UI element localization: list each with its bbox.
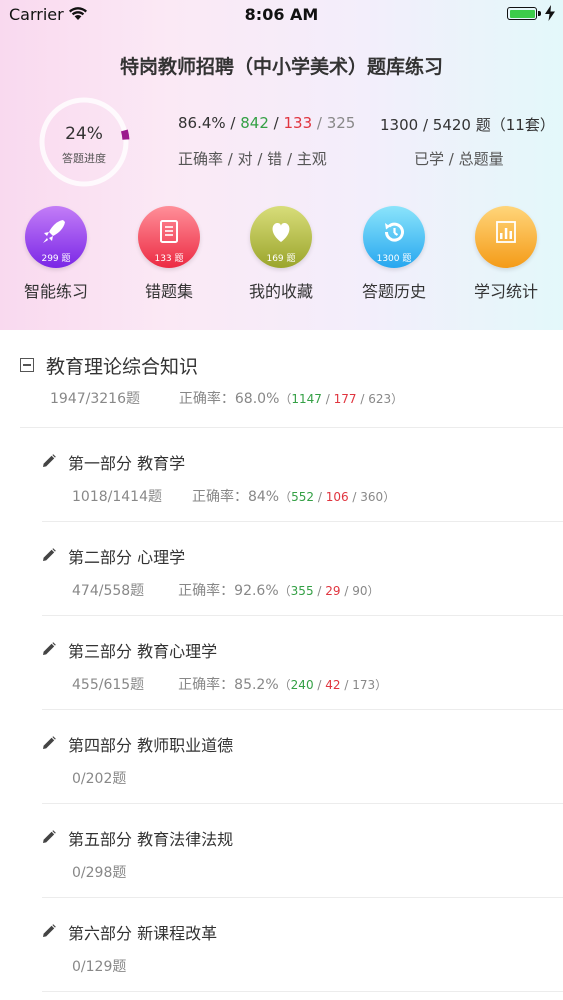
chapter-correct: 552: [291, 490, 315, 504]
page-title: 特岗教师招聘（中小学美术）题库练习: [119, 56, 443, 78]
study-statistics-circle[interactable]: [475, 206, 537, 268]
chapter-progress: 1018/1414题: [72, 489, 162, 505]
chapter-progress: 0/202题: [72, 771, 127, 787]
chapter-stats: 474/558题 正确率：92.6%（355 / 29 / 90）: [72, 583, 380, 599]
favorites-label: 我的收藏: [248, 282, 313, 301]
chapter-correct: 355: [290, 584, 314, 598]
answer-history-button[interactable]: 1300 题 答题历史: [344, 206, 444, 302]
chapter-wrong: 29: [325, 584, 341, 598]
chapter-item[interactable]: 第二部分 心理学 474/558题 正确率：92.6%（355 / 29 / 90…: [0, 522, 563, 616]
bar-chart-icon: [496, 221, 516, 243]
pencil-icon: [43, 924, 56, 937]
smart-practice-label: 智能练习: [23, 282, 88, 301]
chapter-stats: 0/298题: [72, 862, 126, 882]
section-subjective: 623: [368, 392, 392, 406]
chapter-subjective: 173: [352, 678, 376, 692]
section-wrong: 177: [333, 392, 357, 406]
wrong-questions-label: 错题集: [144, 282, 193, 301]
chapter-subjective: 90: [352, 584, 368, 598]
chapter-wrong: 106: [325, 490, 349, 504]
chapter-title: 第一部分 教育学: [68, 454, 186, 473]
answer-history-badge: 1300 题: [376, 254, 412, 264]
learned-stats: 1300 / 5420 题（11套）: [380, 116, 555, 134]
chapter-accuracy: 85.2%: [234, 677, 279, 693]
smart-practice-badge: 299 题: [41, 254, 71, 264]
chapter-title: 第四部分 教师职业道德: [68, 736, 234, 755]
pencil-icon: [43, 830, 56, 843]
accuracy-rate: 86.4%: [178, 114, 226, 132]
rocket-icon: [43, 220, 65, 243]
chapter-stats: 0/129题: [72, 956, 126, 976]
section-accuracy: 68.0%: [234, 391, 280, 407]
total-count: 5420: [432, 116, 471, 134]
wrong-count: 133: [283, 114, 313, 132]
section-title[interactable]: 教育理论综合知识: [46, 352, 198, 379]
accuracy-stats-label: 正确率 / 对 / 错 / 主观: [178, 150, 327, 168]
chapter-progress: 455/615题: [72, 677, 145, 693]
study-statistics-button[interactable]: 学习统计: [456, 206, 556, 302]
study-statistics-label: 学习统计: [473, 282, 538, 301]
smart-practice-circle[interactable]: 299 题: [25, 206, 87, 268]
chapter-stats: 0/202题: [72, 768, 126, 788]
battery-icon: [507, 7, 537, 20]
accuracy-stats: 86.4% / 842 / 133 / 325: [178, 114, 356, 132]
pencil-icon: [43, 454, 56, 467]
chapter-item[interactable]: 第一部分 教育学 1018/1414题 正确率：84%（552 / 106 / 3…: [0, 428, 563, 522]
learned-stats-label: 已学 / 总题量: [414, 150, 504, 168]
pencil-icon: [43, 642, 56, 655]
chapter-title: 第五部分 教育法律法规: [68, 830, 234, 849]
smart-practice-button[interactable]: 299 题 智能练习: [6, 206, 106, 302]
chapter-item[interactable]: 第四部分 教师职业道德 0/202题: [0, 710, 563, 804]
chapter-progress: 0/129题: [72, 959, 127, 975]
chapter-item[interactable]: 第五部分 教育法律法规 0/298题: [0, 804, 563, 898]
chapter-stats: 455/615题 正确率：85.2%（240 / 42 / 173）: [72, 677, 388, 693]
set-count: （11套）: [490, 116, 555, 134]
charging-bolt-icon: [545, 5, 555, 21]
wrong-questions-circle[interactable]: 133 题: [138, 206, 200, 268]
section-stats: 1947/3216题 正确率：68.0%（1147 / 177 / 623）: [50, 391, 404, 407]
progress-percent: 24%: [65, 124, 103, 144]
chapter-title: 第三部分 教育心理学: [68, 642, 218, 661]
status-bar: Carrier 8:06 AM: [0, 0, 563, 30]
collapse-icon[interactable]: [20, 358, 34, 372]
answer-history-label: 答题历史: [361, 282, 426, 301]
document-icon: [160, 220, 178, 243]
chapter-wrong: 42: [325, 678, 341, 692]
history-icon: [384, 222, 404, 242]
chapter-item[interactable]: 第六部分 新课程改革 0/129题: [0, 898, 563, 992]
chapter-accuracy: 84%: [247, 489, 280, 505]
clock: 8:06 AM: [244, 5, 319, 24]
favorites-badge: 169 题: [266, 254, 296, 264]
question-unit: 题: [475, 116, 491, 134]
pencil-icon: [43, 548, 56, 561]
favorites-button[interactable]: 169 题 我的收藏: [231, 206, 331, 302]
chapter-stats: 1018/1414题 正确率：84%（552 / 106 / 360）: [72, 489, 396, 505]
learned-count: 1300: [380, 116, 419, 134]
chapter-accuracy: 92.6%: [234, 583, 279, 599]
section-progress: 1947/3216题: [50, 391, 140, 407]
heart-icon: [272, 222, 290, 242]
wrong-questions-badge: 133 题: [154, 254, 184, 264]
chapter-divider: [42, 991, 563, 992]
chapter-subjective: 360: [360, 490, 384, 504]
battery-cap: [538, 11, 541, 16]
correct-count: 842: [240, 114, 269, 132]
favorites-circle[interactable]: 169 题: [250, 206, 312, 268]
section-accuracy-label: 正确率：: [178, 391, 235, 407]
chapter-title: 第二部分 心理学: [68, 548, 186, 567]
wrong-questions-button[interactable]: 133 题 错题集: [119, 206, 219, 302]
chapter-correct: 240: [290, 678, 314, 692]
progress-label: 答题进度: [62, 152, 106, 165]
section-correct: 1147: [291, 392, 322, 406]
chapter-progress: 0/298题: [72, 865, 127, 881]
chapter-progress: 474/558题: [72, 583, 145, 599]
subjective-count: 325: [326, 114, 356, 132]
header-panel: Carrier 8:06 AM 特岗教师招聘（中小学美术）题库练习 24% 答题…: [0, 0, 563, 330]
chapter-title: 第六部分 新课程改革: [68, 924, 218, 943]
chapter-item[interactable]: 第三部分 教育心理学 455/615题 正确率：85.2%（240 / 42 / …: [0, 616, 563, 710]
pencil-icon: [43, 736, 56, 749]
answer-history-circle[interactable]: 1300 题: [363, 206, 425, 268]
